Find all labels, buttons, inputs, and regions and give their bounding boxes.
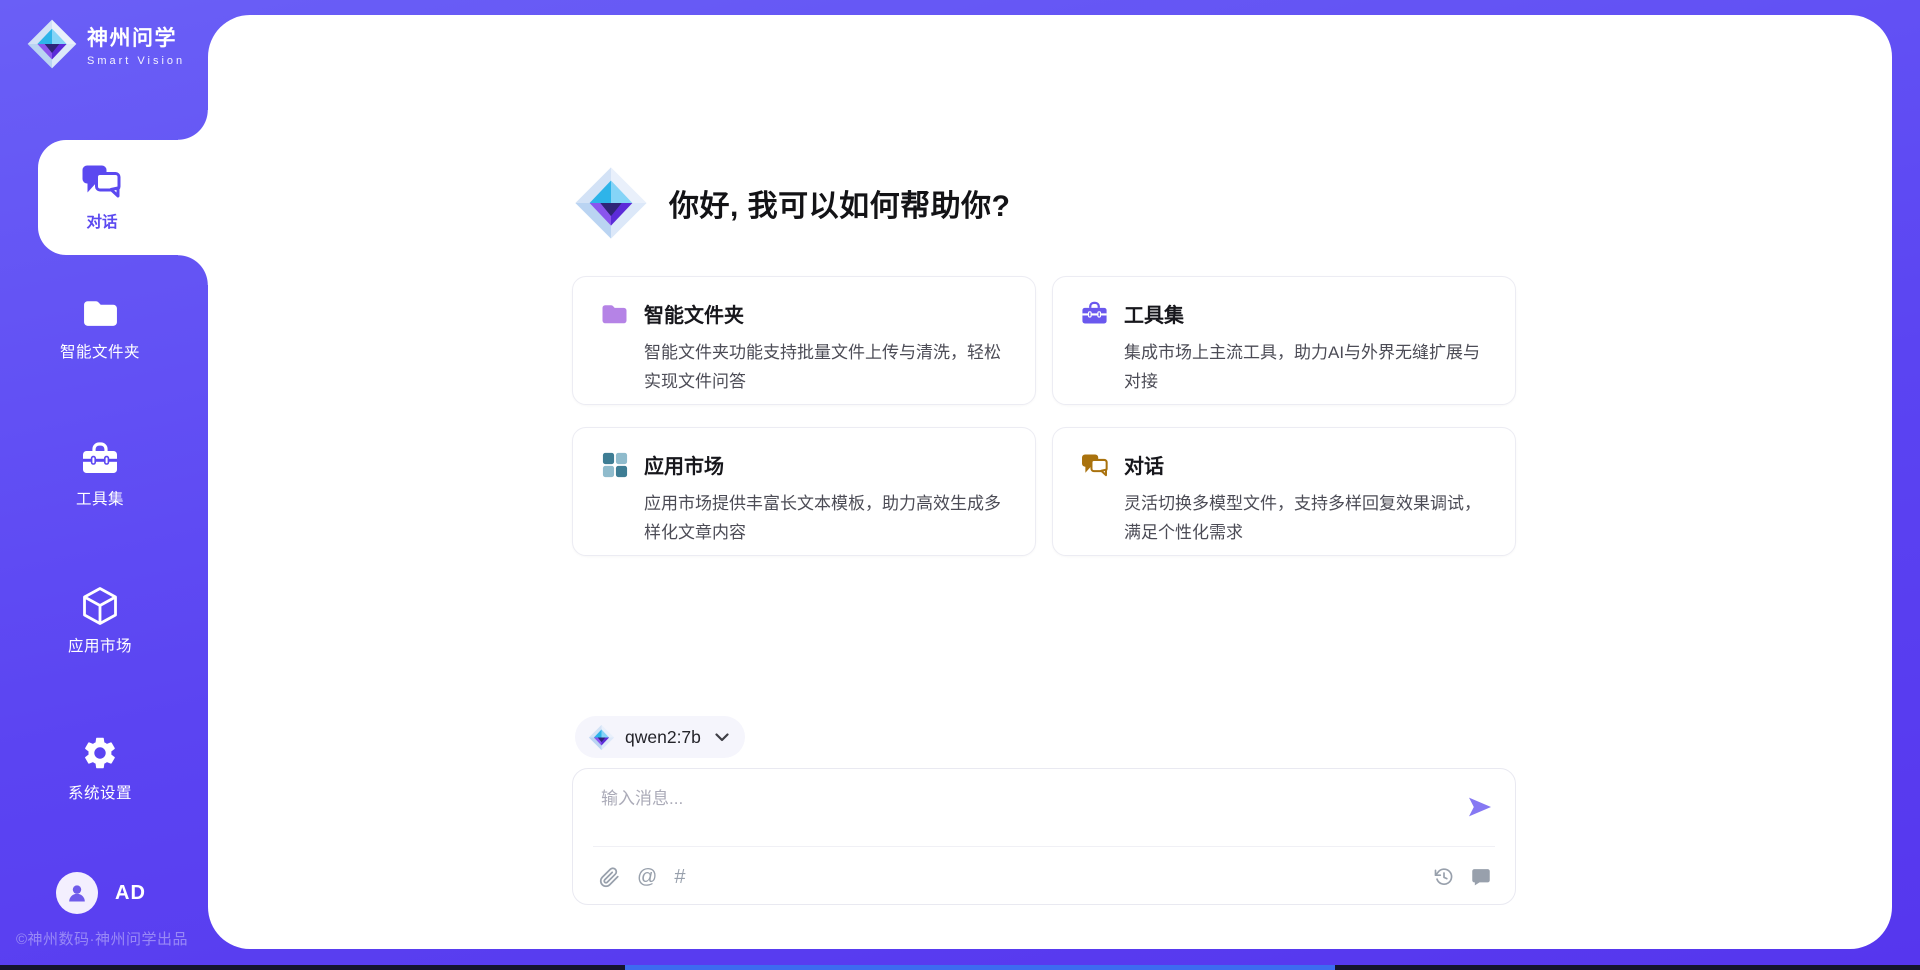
hero-gem-diamond-icon — [573, 165, 649, 241]
folder-icon — [81, 293, 119, 331]
card-smart-folder[interactable]: 智能文件夹 智能文件夹功能支持批量文件上传与清洗，轻松实现文件问答 — [572, 276, 1036, 405]
card-description: 智能文件夹功能支持批量文件上传与清洗，轻松实现文件问答 — [644, 338, 1012, 396]
card-description: 灵活切换多模型文件，支持多样回复效果调试，满足个性化需求 — [1124, 489, 1492, 547]
sidebar-item-label: 应用市场 — [68, 634, 132, 656]
sidebar: 神州问学 Smart Vision 对话 智能文件夹 — [0, 0, 208, 970]
composer-divider — [593, 846, 1495, 847]
bottom-edge-accent — [625, 965, 1335, 970]
send-icon[interactable] — [1467, 795, 1493, 819]
card-title: 工具集 — [1124, 299, 1184, 328]
card-description: 应用市场提供丰富长文本模板，助力高效生成多样化文章内容 — [644, 489, 1012, 547]
bottom-edge-strip — [0, 965, 1920, 970]
sidebar-item-settings[interactable]: 系统设置 — [0, 734, 200, 803]
sidebar-item-label: 对话 — [86, 210, 117, 232]
brand-gem-diamond-icon — [26, 18, 78, 70]
card-title: 应用市场 — [644, 450, 724, 479]
model-selector[interactable]: qwen2:7b — [575, 716, 745, 758]
at-icon[interactable]: @ — [637, 867, 657, 887]
brand: 神州问学 Smart Vision — [26, 18, 185, 70]
paperclip-icon[interactable] — [599, 867, 620, 888]
card-toolset[interactable]: 工具集 集成市场上主流工具，助力AI与外界无缝扩展与对接 — [1052, 276, 1516, 405]
folder-icon — [601, 300, 628, 327]
chat-bubble-icon[interactable] — [1471, 867, 1491, 887]
sidebar-item-smart-folder[interactable]: 智能文件夹 — [0, 293, 200, 362]
history-icon[interactable] — [1434, 867, 1454, 887]
card-title: 对话 — [1124, 450, 1164, 479]
cube-icon — [81, 587, 119, 625]
sidebar-item-toolset[interactable]: 工具集 — [0, 440, 200, 509]
hero: 你好, 我可以如何帮助你? — [573, 165, 1011, 241]
message-composer: @ # — [572, 768, 1516, 905]
shortcut-cards: 智能文件夹 智能文件夹功能支持批量文件上传与清洗，轻松实现文件问答 工具集 集成… — [572, 276, 1516, 556]
sidebar-item-app-market[interactable]: 应用市场 — [0, 587, 200, 656]
card-chat[interactable]: 对话 灵活切换多模型文件，支持多样回复效果调试，满足个性化需求 — [1052, 427, 1516, 556]
card-description: 集成市场上主流工具，助力AI与外界无缝扩展与对接 — [1124, 338, 1492, 396]
sidebar-item-chat[interactable]: 对话 — [38, 140, 208, 255]
grid-icon — [601, 451, 628, 478]
chat-icon — [81, 164, 123, 202]
sidebar-item-label: 智能文件夹 — [60, 340, 140, 362]
main-panel: 你好, 我可以如何帮助你? 智能文件夹 智能文件夹功能支持批量文件上传与清洗，轻… — [208, 15, 1892, 949]
copyright-text: ©神州数码·神州问学出品 — [16, 928, 188, 949]
card-title: 智能文件夹 — [644, 299, 744, 328]
greeting-title: 你好, 我可以如何帮助你? — [669, 181, 1011, 225]
user-label: AD — [115, 882, 146, 905]
hash-icon[interactable]: # — [674, 867, 685, 887]
message-input[interactable] — [601, 785, 1445, 813]
toolbox-icon — [81, 440, 119, 478]
sidebar-item-label: 系统设置 — [68, 781, 132, 803]
brand-name: 神州问学 — [87, 22, 185, 52]
chat-icon — [1081, 451, 1108, 478]
brand-subtitle: Smart Vision — [87, 55, 185, 67]
model-gem-diamond-icon — [588, 724, 615, 751]
user-avatar-icon — [56, 872, 98, 914]
chevron-down-icon — [715, 733, 729, 742]
gear-icon — [81, 734, 119, 772]
sidebar-item-label: 工具集 — [76, 487, 124, 509]
user-menu[interactable]: AD — [56, 872, 146, 914]
model-name: qwen2:7b — [625, 727, 701, 748]
card-app-market[interactable]: 应用市场 应用市场提供丰富长文本模板，助力高效生成多样化文章内容 — [572, 427, 1036, 556]
toolbox-icon — [1081, 300, 1108, 327]
